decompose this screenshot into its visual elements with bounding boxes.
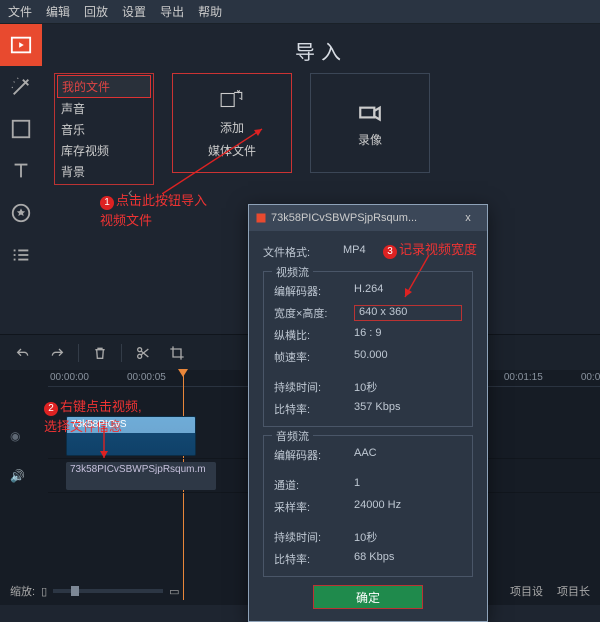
page-title: 导入: [54, 36, 588, 65]
record-tile[interactable]: 录像: [310, 73, 430, 173]
app-icon: [255, 212, 267, 224]
file-info-dialog: 73k58PICvSBWPSjpRsqum... x 文件格式:MP4 3记录视…: [248, 204, 488, 622]
sidebar-stickers[interactable]: [0, 192, 42, 234]
menu-edit[interactable]: 编辑: [46, 3, 70, 20]
video-duration-value: 10秒: [354, 379, 462, 395]
menubar: 文件 编辑 回放 设置 导出 帮助: [0, 0, 600, 24]
cut-button[interactable]: [130, 340, 156, 366]
dialog-titlebar[interactable]: 73k58PICvSBWPSjpRsqum... x: [249, 205, 487, 231]
scissors-icon: [135, 345, 151, 361]
sidebar-import[interactable]: [0, 24, 42, 66]
sidebar-transitions[interactable]: [0, 108, 42, 150]
audio-codec-value: AAC: [354, 447, 462, 463]
audio-duration-value: 10秒: [354, 529, 462, 545]
undo-icon: [15, 345, 31, 361]
video-dimensions-value: 640 x 360: [354, 305, 462, 321]
tool-sidebar: [0, 24, 42, 334]
video-bitrate-value: 357 Kbps: [354, 401, 462, 417]
ok-button[interactable]: 确定: [313, 585, 423, 609]
add-media-tile[interactable]: 添加 媒体文件: [172, 73, 292, 173]
speaker-icon[interactable]: 🔊: [10, 469, 25, 483]
delete-button[interactable]: [87, 340, 113, 366]
collapse-panel[interactable]: ‹: [128, 184, 133, 200]
add-media-label2: 媒体文件: [208, 142, 256, 159]
menu-help[interactable]: 帮助: [198, 3, 222, 20]
redo-button[interactable]: [44, 340, 70, 366]
category-music[interactable]: 音乐: [57, 119, 151, 140]
redo-icon: [49, 345, 65, 361]
magic-wand-icon: [10, 76, 32, 98]
zoom-control[interactable]: 缩放: ▯ ▭: [10, 583, 180, 599]
framerate-value: 50.000: [354, 349, 462, 365]
category-list: 我的文件 声音 音乐 库存视频 背景: [54, 73, 154, 185]
category-background[interactable]: 背景: [57, 161, 151, 182]
add-media-label1: 添加: [220, 119, 244, 136]
media-add-icon: [219, 87, 245, 113]
aspect-ratio-value: 16 : 9: [354, 327, 462, 343]
star-circle-icon: [10, 202, 32, 224]
undo-button[interactable]: [10, 340, 36, 366]
sidebar-effects[interactable]: [0, 66, 42, 108]
eye-icon[interactable]: ◉: [10, 429, 20, 443]
sidebar-more[interactable]: [0, 234, 42, 276]
record-label: 录像: [358, 131, 382, 148]
list-icon: [10, 244, 32, 266]
filmstrip-icon: [10, 118, 32, 140]
annotation-1: 1点击此按钮导入 视频文件: [100, 190, 207, 229]
audio-stream-group: 音频流 编解码器:AAC 通道:1 采样率:24000 Hz 持续时间:10秒 …: [263, 435, 473, 577]
trash-icon: [92, 345, 108, 361]
zoom-slider[interactable]: [53, 589, 163, 593]
video-clip[interactable]: 73k58PICvS: [66, 416, 196, 456]
menu-settings[interactable]: 设置: [122, 3, 146, 20]
category-sound[interactable]: 声音: [57, 98, 151, 119]
menu-playback[interactable]: 回放: [84, 3, 108, 20]
film-play-icon: [10, 34, 32, 56]
dialog-title: 73k58PICvSBWPSjpRsqum...: [271, 212, 417, 224]
status-right: 项目设 项目长: [510, 583, 590, 599]
crop-icon: [169, 345, 185, 361]
audio-clip[interactable]: 73k58PICvSBWPSjpRsqum.m: [66, 462, 216, 490]
category-my-files[interactable]: 我的文件: [57, 75, 151, 98]
category-stock-video[interactable]: 库存视频: [57, 140, 151, 161]
sidebar-text[interactable]: [0, 150, 42, 192]
video-stream-group: 视频流 编解码器:H.264 宽度×高度:640 x 360 纵横比:16 : …: [263, 271, 473, 427]
text-icon: [10, 160, 32, 182]
dialog-close-button[interactable]: x: [455, 212, 481, 224]
video-codec-value: H.264: [354, 283, 462, 299]
crop-button[interactable]: [164, 340, 190, 366]
menu-export[interactable]: 导出: [160, 3, 184, 20]
menu-file[interactable]: 文件: [8, 3, 32, 20]
audio-bitrate-value: 68 Kbps: [354, 551, 462, 567]
channels-value: 1: [354, 477, 462, 493]
samplerate-value: 24000 Hz: [354, 499, 462, 515]
file-format-value: MP4: [343, 244, 473, 260]
camera-icon: [357, 99, 383, 125]
